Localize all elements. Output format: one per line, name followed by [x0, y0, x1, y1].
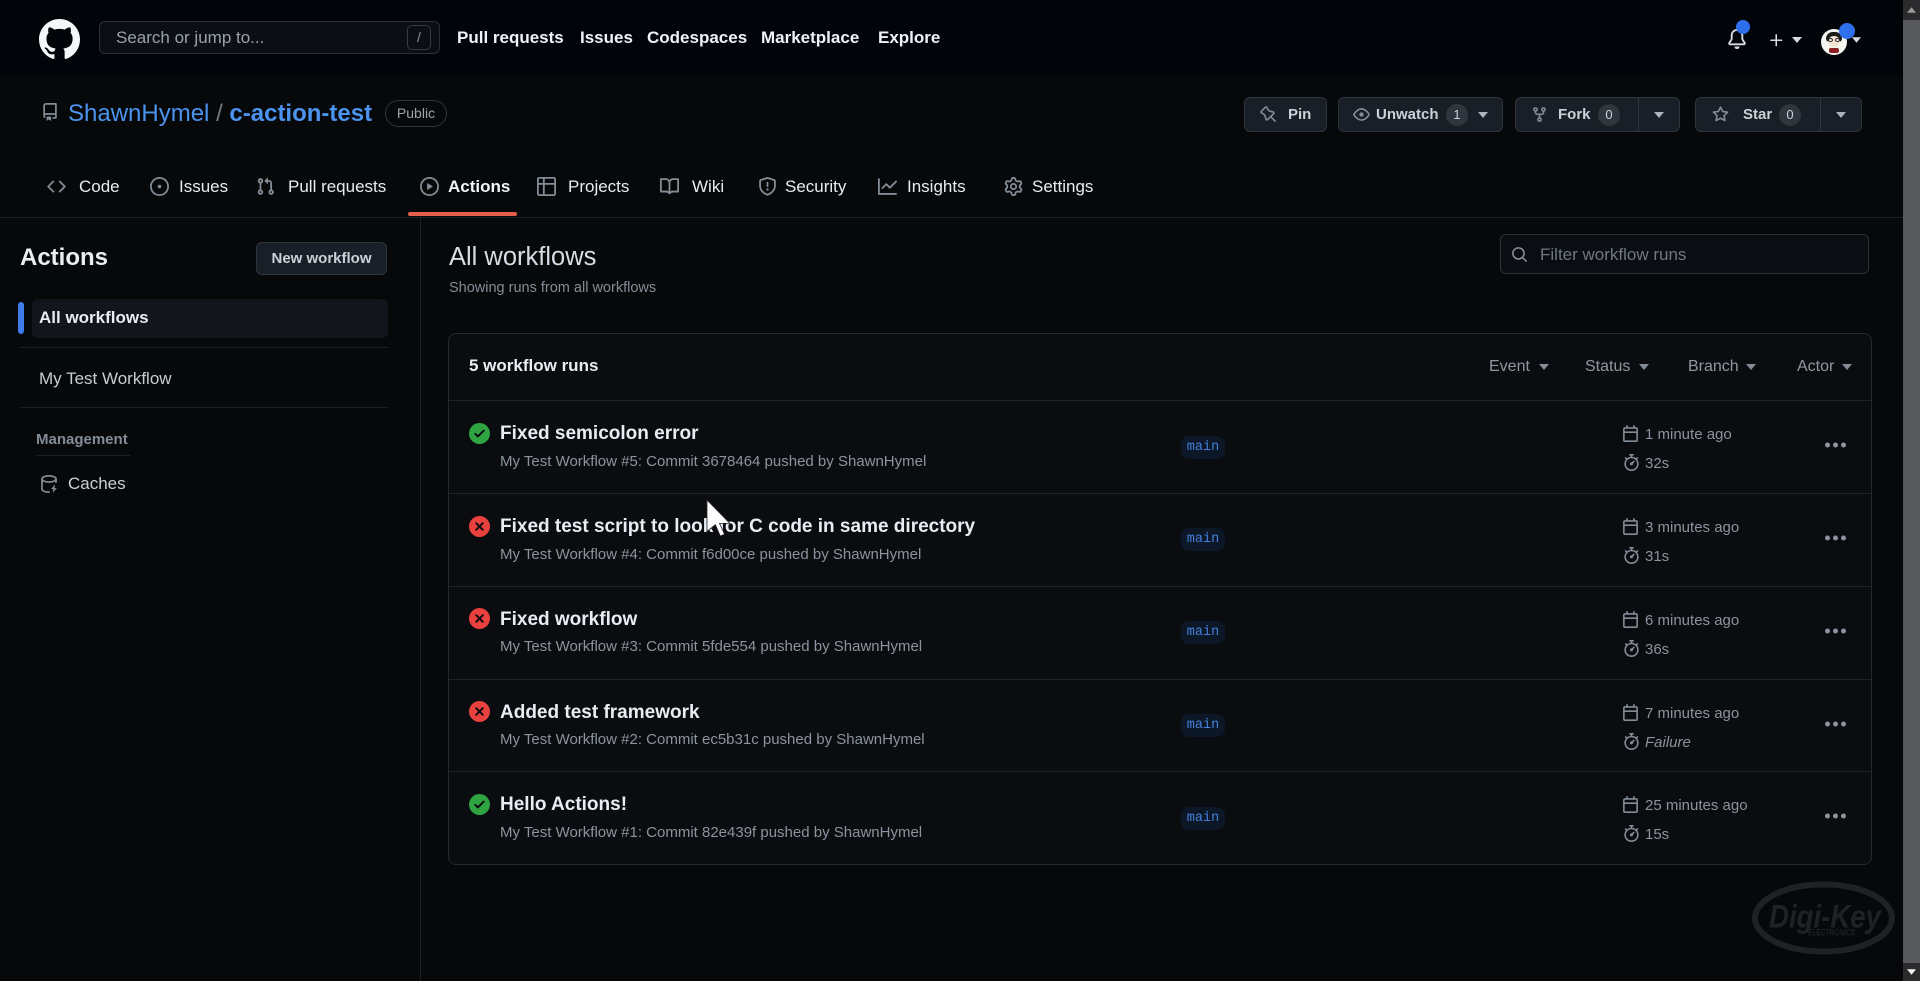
svg-text:ELECTRONICS: ELECTRONICS — [1808, 928, 1855, 938]
